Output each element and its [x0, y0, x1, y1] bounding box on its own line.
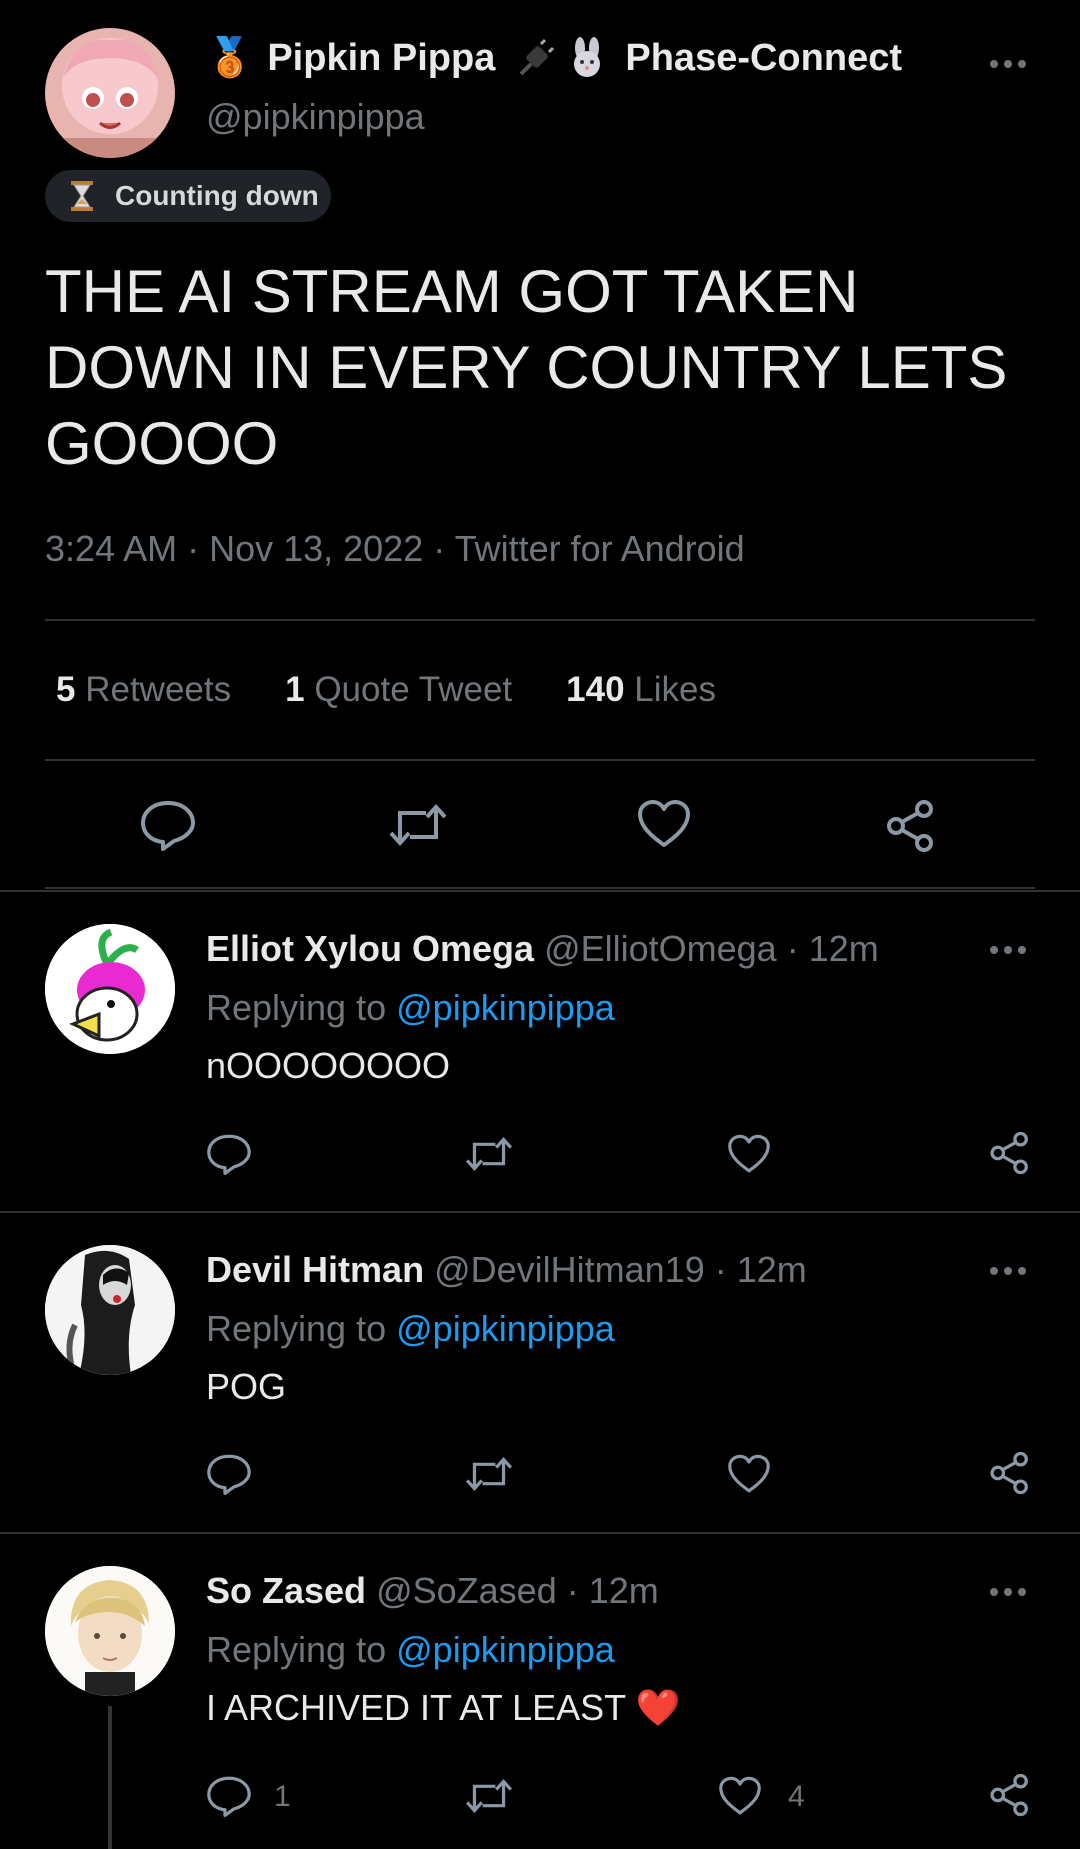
reply-text: nOOOOOOOO: [206, 1045, 451, 1086]
divider: [45, 619, 1035, 621]
status-badge: Counting down: [45, 170, 331, 222]
retweets-count: 5: [56, 670, 76, 709]
replying-prefix: Replying to: [206, 1629, 387, 1670]
replying-to-link[interactable]: @pipkinpippa: [396, 987, 615, 1028]
reply-icon[interactable]: [206, 1133, 252, 1175]
status-badge-label: Counting down: [115, 180, 319, 211]
reply-text: I ARCHIVED IT AT LEAST ❤️: [206, 1687, 680, 1729]
reply-display-name[interactable]: Devil Hitman: [206, 1249, 424, 1290]
likes-stat[interactable]: 140 Likes: [566, 670, 716, 710]
reply-avatar[interactable]: [45, 1566, 175, 1696]
reply-handle[interactable]: @SoZased: [376, 1570, 557, 1611]
more-options-icon[interactable]: [990, 943, 1030, 957]
like-icon[interactable]: [637, 799, 691, 849]
likes-label: Likes: [634, 670, 716, 709]
tweet-timestamp[interactable]: 3:24 AM · Nov 13, 2022 · Twitter for And…: [45, 528, 745, 570]
reply-display-name[interactable]: Elliot Xylou Omega: [206, 928, 534, 969]
retweets-stat[interactable]: 5 Retweets: [56, 670, 231, 710]
reply-header: Devil Hitman @DevilHitman19 · 12m: [206, 1249, 807, 1291]
divider: [0, 1211, 1080, 1213]
tweet-stats: 5 Retweets 1 Quote Tweet 140 Likes: [56, 670, 716, 710]
reply-time[interactable]: · 12m: [787, 928, 879, 969]
author-name-line[interactable]: 🥉 Pipkin Pippa Phase-Connect: [206, 36, 902, 80]
retweet-icon[interactable]: [464, 1775, 514, 1817]
like-icon[interactable]: [727, 1454, 771, 1494]
replying-to-link[interactable]: @pipkinpippa: [396, 1629, 615, 1670]
reply-icon[interactable]: [140, 799, 196, 851]
divider: [0, 1532, 1080, 1534]
replying-to: Replying to @pipkinpippa: [206, 987, 615, 1029]
retweet-icon[interactable]: [388, 799, 448, 851]
reply-text: POG: [206, 1366, 287, 1407]
likes-count: 140: [566, 670, 625, 709]
more-options-icon[interactable]: [990, 57, 1030, 71]
reply-header: So Zased @SoZased · 12m: [206, 1570, 659, 1612]
reply-header: Elliot Xylou Omega @ElliotOmega · 12m: [206, 928, 879, 970]
reply-avatar[interactable]: [45, 1245, 175, 1375]
reply-handle[interactable]: @ElliotOmega: [544, 928, 777, 969]
reply-display-name[interactable]: So Zased: [206, 1570, 366, 1611]
author-name-suffix: Phase-Connect: [625, 36, 902, 79]
like-icon[interactable]: [727, 1134, 771, 1174]
thread-line: [108, 1706, 112, 1849]
divider: [0, 890, 1080, 892]
author-display-name: Pipkin Pippa: [267, 36, 496, 79]
share-icon[interactable]: [988, 1131, 1032, 1175]
hourglass-icon: [69, 180, 95, 212]
reply-avatar[interactable]: [45, 924, 175, 1054]
quotes-count: 1: [285, 670, 305, 709]
reply-icon[interactable]: [206, 1775, 252, 1817]
replying-prefix: Replying to: [206, 1308, 387, 1349]
replying-prefix: Replying to: [206, 987, 387, 1028]
reply-time[interactable]: · 12m: [715, 1249, 807, 1290]
retweet-icon[interactable]: [464, 1133, 514, 1175]
retweet-icon[interactable]: [464, 1453, 514, 1495]
replying-to: Replying to @pipkinpippa: [206, 1629, 615, 1671]
share-icon[interactable]: [884, 799, 938, 853]
reply-time[interactable]: · 12m: [567, 1570, 659, 1611]
divider: [45, 759, 1035, 761]
tweet-text: THE AI STREAM GOT TAKEN DOWN IN EVERY CO…: [45, 258, 1008, 477]
medal-emoji: 🥉: [206, 37, 254, 79]
replying-to: Replying to @pipkinpippa: [206, 1308, 615, 1350]
share-icon[interactable]: [988, 1451, 1032, 1495]
more-options-icon[interactable]: [990, 1585, 1030, 1599]
like-count: 4: [788, 1780, 805, 1813]
quotes-label: Quote Tweet: [314, 670, 513, 709]
retweets-label: Retweets: [85, 670, 232, 709]
author-handle[interactable]: @pipkinpippa: [206, 96, 425, 138]
reply-count: 1: [274, 1780, 291, 1813]
replying-to-link[interactable]: @pipkinpippa: [396, 1308, 615, 1349]
reply-icon[interactable]: [206, 1453, 252, 1495]
more-options-icon[interactable]: [990, 1264, 1030, 1278]
quotes-stat[interactable]: 1 Quote Tweet: [285, 670, 512, 710]
plug-icon: [513, 36, 557, 80]
reply-text-body: I ARCHIVED IT AT LEAST: [206, 1687, 626, 1728]
rabbit-icon: [565, 36, 609, 80]
share-icon[interactable]: [988, 1773, 1032, 1817]
reply-handle[interactable]: @DevilHitman19: [434, 1249, 705, 1290]
divider: [45, 887, 1035, 889]
like-icon[interactable]: [718, 1776, 762, 1816]
heart-emoji: ❤️: [635, 1687, 681, 1728]
author-avatar[interactable]: [45, 28, 175, 158]
